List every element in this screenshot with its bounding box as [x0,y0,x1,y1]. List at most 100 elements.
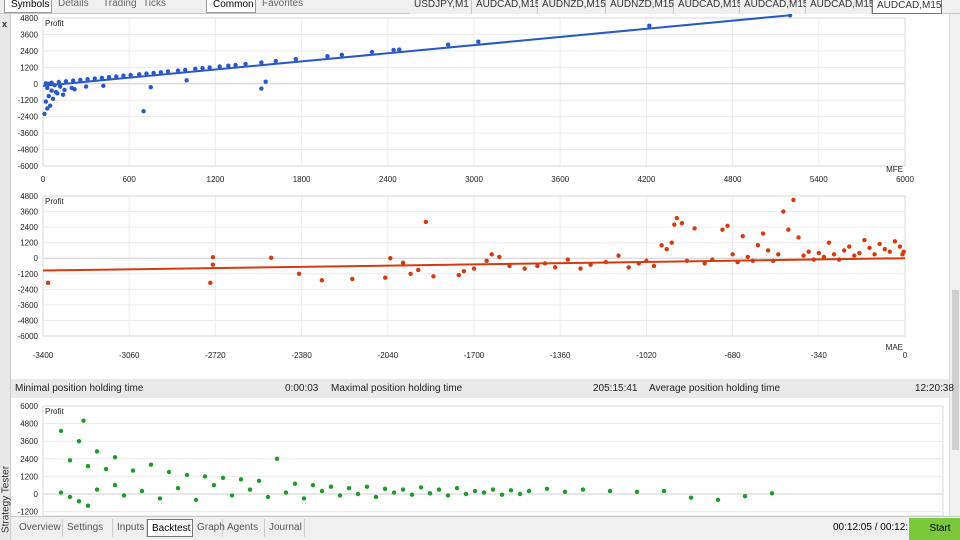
data-point [193,497,199,503]
data-point [166,469,172,475]
tab-graph[interactable]: Graph [193,519,225,537]
holding-time-stats: Minimal position holding time 0:00:03 Ma… [11,379,954,398]
data-point [346,485,352,491]
x-axis-label: MAE [886,343,903,352]
tab-overview[interactable]: Overview [15,519,63,537]
data-point [184,472,190,478]
data-point [796,235,801,240]
x-tick-label: -3400 [33,351,54,360]
data-point [202,474,208,479]
backtest-charts-svg: 0 600 1200 1800 2400 3000 3600 4200 4800 5400 6000… [18,14,944,517]
x-tick-label: -3060 [119,351,140,360]
data-point [831,252,837,257]
chart-tab-1[interactable]: AUDCAD,M15 [472,0,540,14]
data-point [43,99,49,104]
tab-journal[interactable]: Journal [265,519,305,537]
start-button[interactable]: Start [909,518,960,540]
y-tick-label: 2400 [20,47,38,56]
data-point [210,262,216,267]
data-point [208,280,213,286]
data-point [742,494,748,499]
data-point [81,418,86,423]
x-tick-label: 3600 [551,175,569,184]
data-point [418,485,424,490]
data-point [776,252,781,257]
data-point [310,483,316,488]
chart-tab-4[interactable]: AUDCAD,M15 [674,0,742,14]
tab-details[interactable]: Details [52,0,97,13]
data-point [791,197,796,203]
data-point [674,215,680,221]
chart-tab-3[interactable]: AUDNZD,M15 [606,0,674,14]
data-point [720,227,725,232]
tab-favorites[interactable]: Favorites [256,0,306,13]
data-point [62,87,67,93]
x-tick-label: -2720 [205,351,226,360]
tab-backtest[interactable]: Backtest [147,519,193,537]
avg-holding-value: 12:20:38 [915,383,954,394]
series-points [58,418,775,508]
data-point [816,250,821,256]
data-point [857,250,862,256]
data-point [175,68,181,73]
y-tick-label: 1200 [20,63,38,72]
data-point [836,257,842,262]
y-tick-label: 6000 [20,402,38,411]
chart-tab-2[interactable]: AUDNZD,M15 [538,0,606,14]
data-point [647,23,652,28]
tab-agents[interactable]: Agents [223,519,265,537]
data-point [821,254,827,260]
data-point [229,493,235,498]
data-point [472,488,478,494]
data-point [841,248,847,253]
data-point [781,209,786,214]
y-tick-label: -4800 [18,146,39,155]
x-tick-label: -1360 [550,351,571,360]
tab-inputs[interactable]: Inputs [113,519,147,537]
chart-tab-0[interactable]: USDJPY,M1 [410,0,472,14]
y-tick-label: 4800 [20,420,38,429]
x-tick-label: -340 [811,351,828,360]
y-tick-label: -1200 [18,270,39,279]
x-tick-label: 4800 [724,175,742,184]
data-point [70,78,76,83]
y-tick-label: 4800 [20,14,38,23]
y-tick-label: 0 [34,254,39,263]
tab-ticks[interactable]: Ticks [137,0,171,13]
tab-common[interactable]: Common [206,0,256,13]
vertical-scrollbar[interactable] [949,14,960,516]
chart-tab-7[interactable]: AUDCAD,M15 [872,0,942,14]
data-point [83,84,89,89]
data-point [388,256,393,261]
data-point [535,263,540,269]
plot-border [42,405,944,517]
tab-symbols[interactable]: Symbols [4,0,52,13]
data-point [431,274,436,279]
chart-tab-6[interactable]: AUDCAD,M15 [806,0,874,14]
data-point [200,65,205,71]
data-point [409,492,415,497]
data-point [165,69,171,74]
tab-trading[interactable]: Trading [97,0,137,13]
data-point [760,231,766,236]
y-axis-label: Profit [45,19,64,28]
data-point [292,481,298,486]
tab-settings[interactable]: Settings [63,519,113,537]
avg-holding-label: Average position holding time [649,383,781,394]
data-point [175,485,181,491]
data-point [63,79,69,84]
data-point [76,499,82,504]
data-point [484,258,489,264]
elapsed-timer: 00:12:05 / 00:12:10 [833,522,920,533]
scrollbar-thumb[interactable] [952,290,959,450]
data-point [296,271,302,276]
chart-tab-5[interactable]: AUDCAD,M15 [740,0,808,14]
close-icon[interactable]: x [2,19,7,29]
data-point [49,88,54,93]
data-point [636,261,641,266]
x-axis-label: MFE [886,165,903,174]
y-tick-label: 3600 [20,30,38,39]
chart-panel-0: 0 600 1200 1800 2400 3000 3600 4200 4800 5400 6000… [18,14,914,184]
data-point [268,255,274,261]
data-point [99,75,105,81]
